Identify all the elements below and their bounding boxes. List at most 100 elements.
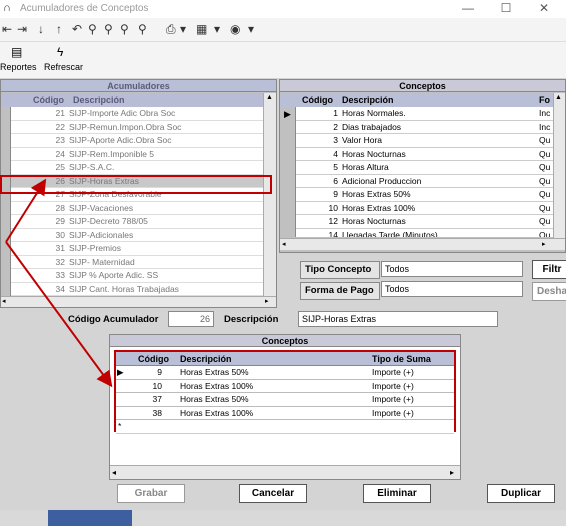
maximize-button[interactable]: ☐ <box>496 1 516 15</box>
col-codigo[interactable]: Código <box>33 93 64 107</box>
table-row[interactable]: 6 Adicional Produccion Qu <box>296 174 555 188</box>
export-icon[interactable]: ▦ <box>196 22 207 36</box>
acumuladores-vscroll[interactable]: ▲ <box>263 93 276 297</box>
conceptos-rows: 1 Horas Normales. Inc 2 Dias trabajados Inc 3 V… <box>296 107 555 237</box>
find-icon[interactable]: ⚲ <box>88 22 97 36</box>
descripcion-field[interactable]: SIJP-Horas Extras <box>298 311 498 327</box>
col-codigo[interactable]: Código <box>302 93 333 107</box>
conceptos-title: Conceptos <box>280 80 565 92</box>
row-indicator-column: ▶ <box>280 107 296 237</box>
cell-descripcion: Dias trabajados <box>342 121 402 132</box>
refrescar-label: Refrescar <box>44 62 84 72</box>
filter-icon[interactable]: ⚲ <box>138 22 147 36</box>
new-row[interactable]: * <box>116 420 454 434</box>
table-row[interactable]: 21 SIJP-Importe Adic Obra Soc <box>11 107 263 121</box>
table-row[interactable]: 28 SIJP-Vacaciones <box>11 201 263 215</box>
sort-asc-icon[interactable]: ↓ <box>38 22 44 36</box>
outdent-icon[interactable]: ⇥ <box>17 22 27 36</box>
acumuladores-hscroll[interactable]: ◂ ▸ <box>1 296 276 307</box>
table-row[interactable]: 31 SIJP-Premios <box>11 242 263 256</box>
table-row[interactable]: 4 Horas Nocturnas Qu <box>296 147 555 161</box>
table-row[interactable]: 9 Horas Extras 50% Qu <box>296 188 555 202</box>
cell-codigo: 2 <box>333 121 338 132</box>
table-row[interactable]: 38 Horas Extras 100% Importe (+) <box>116 406 454 420</box>
cell-tipo-suma: Importe (+) <box>372 367 414 377</box>
cell-codigo: 9 <box>333 189 338 199</box>
table-row[interactable]: 23 SIJP-Aporte Adic.Obra Soc <box>11 134 263 148</box>
table-row[interactable]: 10 Horas Extras 100% Qu <box>296 201 555 215</box>
refrescar-button[interactable]: ϟ Refrescar <box>42 42 88 78</box>
indent-icon[interactable]: ⇤ <box>2 22 12 36</box>
scroll-up-icon[interactable]: ▲ <box>555 94 562 101</box>
cell-codigo: 38 <box>152 407 162 418</box>
table-row[interactable]: 12 Horas Nocturnas Qu <box>296 215 555 229</box>
table-row[interactable]: 33 SIJP % Aporte Adic. SS <box>11 269 263 283</box>
cell-forma: Qu <box>539 148 551 159</box>
cell-tipo-suma: Importe (+) <box>372 380 414 391</box>
table-row[interactable]: 30 SIJP-Adicionales <box>11 228 263 242</box>
table-row[interactable]: 1 Horas Normales. Inc <box>296 107 555 121</box>
table-row[interactable]: 5 Horas Altura Qu <box>296 161 555 175</box>
col-descripcion[interactable]: Descripción <box>342 93 394 107</box>
table-row[interactable]: 24 SIJP-Rem.Imponible 5 <box>11 147 263 161</box>
table-row[interactable]: 37 Horas Extras 50% Importe (+) <box>116 393 454 407</box>
cell-codigo: 3 <box>333 135 338 145</box>
sort-desc-icon[interactable]: ↑ <box>56 22 62 36</box>
scroll-right-icon[interactable]: ▸ <box>265 297 269 305</box>
cell-descripcion: Horas Normales. <box>342 108 406 118</box>
col-descripcion[interactable]: Descripción <box>73 93 125 107</box>
table-row[interactable]: 22 SIJP-Remun.Impon.Obra Soc <box>11 120 263 134</box>
table-row[interactable]: 32 SIJP- Maternidad <box>11 255 263 269</box>
scroll-right-icon[interactable]: ▸ <box>542 240 546 248</box>
cell-descripcion: SIJP- Maternidad <box>69 256 135 267</box>
chevron-down-icon[interactable]: ▾ <box>180 22 186 36</box>
taskbar-item[interactable] <box>48 510 132 526</box>
tipo-concepto-field[interactable]: Todos <box>381 261 523 277</box>
find-next-icon[interactable]: ⚲ <box>104 22 113 36</box>
tipo-concepto-label: Tipo Concepto <box>300 261 380 279</box>
eliminar-button[interactable]: Eliminar <box>363 484 431 503</box>
chevron-down-icon[interactable]: ▾ <box>214 22 220 36</box>
chevron-down-icon[interactable]: ▾ <box>248 22 254 36</box>
table-row[interactable]: 3 Valor Hora Qu <box>296 134 555 148</box>
print-icon[interactable]: ⎙ <box>166 22 176 37</box>
cancelar-button[interactable]: Cancelar <box>239 484 307 503</box>
cell-descripcion: SIJP-Decreto 788/05 <box>69 216 148 226</box>
table-row[interactable]: 2 Dias trabajados Inc <box>296 120 555 134</box>
col-forma[interactable]: Fo <box>539 93 550 107</box>
col-descripcion[interactable]: Descripción <box>180 352 232 366</box>
scroll-up-icon[interactable]: ▲ <box>266 94 273 101</box>
forma-pago-field[interactable]: Todos <box>381 281 523 297</box>
grabar-button[interactable]: Grabar <box>117 484 185 503</box>
undo-icon[interactable]: ↶ <box>72 22 82 36</box>
scroll-left-icon[interactable]: ◂ <box>112 468 116 477</box>
cell-descripcion: Horas Nocturnas <box>342 148 406 159</box>
table-row[interactable]: 25 SIJP-S.A.C. <box>11 161 263 175</box>
reportes-button[interactable]: ▤ Reportes <box>0 42 40 78</box>
report-icon: ▤ <box>11 45 23 59</box>
scroll-right-icon[interactable]: ▸ <box>450 468 454 477</box>
cell-codigo: 10 <box>152 380 162 391</box>
deshacer-button[interactable]: Desha <box>532 282 566 301</box>
globe-icon[interactable]: ◉ <box>230 22 240 36</box>
col-codigo[interactable]: Código <box>138 352 169 366</box>
acumulador-conceptos-hscroll[interactable]: ◂ ▸ <box>110 465 460 479</box>
table-row[interactable]: 34 SIJP Cant. Horas Trabajadas <box>11 282 263 296</box>
table-row[interactable]: 14 Llegadas Tarde (Minutos) Qu <box>296 228 555 237</box>
find-prev-icon[interactable]: ⚲ <box>120 22 129 36</box>
conceptos-vscroll[interactable]: ▲ <box>553 93 565 238</box>
cell-descripcion: SIJP-S.A.C. <box>69 162 115 172</box>
table-row[interactable]: ▶ 9 Horas Extras 50% Importe (+) <box>116 366 454 380</box>
scroll-left-icon[interactable]: ◂ <box>282 240 286 248</box>
col-tipo-suma[interactable]: Tipo de Suma <box>372 352 431 366</box>
table-row[interactable]: 10 Horas Extras 100% Importe (+) <box>116 379 454 393</box>
table-row[interactable]: 29 SIJP-Decreto 788/05 <box>11 215 263 229</box>
forma-pago-label: Forma de Pago <box>300 282 380 300</box>
filtrar-button[interactable]: Filtr <box>532 260 566 279</box>
scroll-left-icon[interactable]: ◂ <box>2 297 6 305</box>
codigo-acumulador-field[interactable]: 26 <box>168 311 214 327</box>
duplicar-button[interactable]: Duplicar <box>487 484 555 503</box>
minimize-button[interactable]: — <box>458 1 478 15</box>
close-button[interactable]: ✕ <box>534 1 554 15</box>
conceptos-hscroll[interactable]: ◂ ▸ <box>280 238 565 250</box>
